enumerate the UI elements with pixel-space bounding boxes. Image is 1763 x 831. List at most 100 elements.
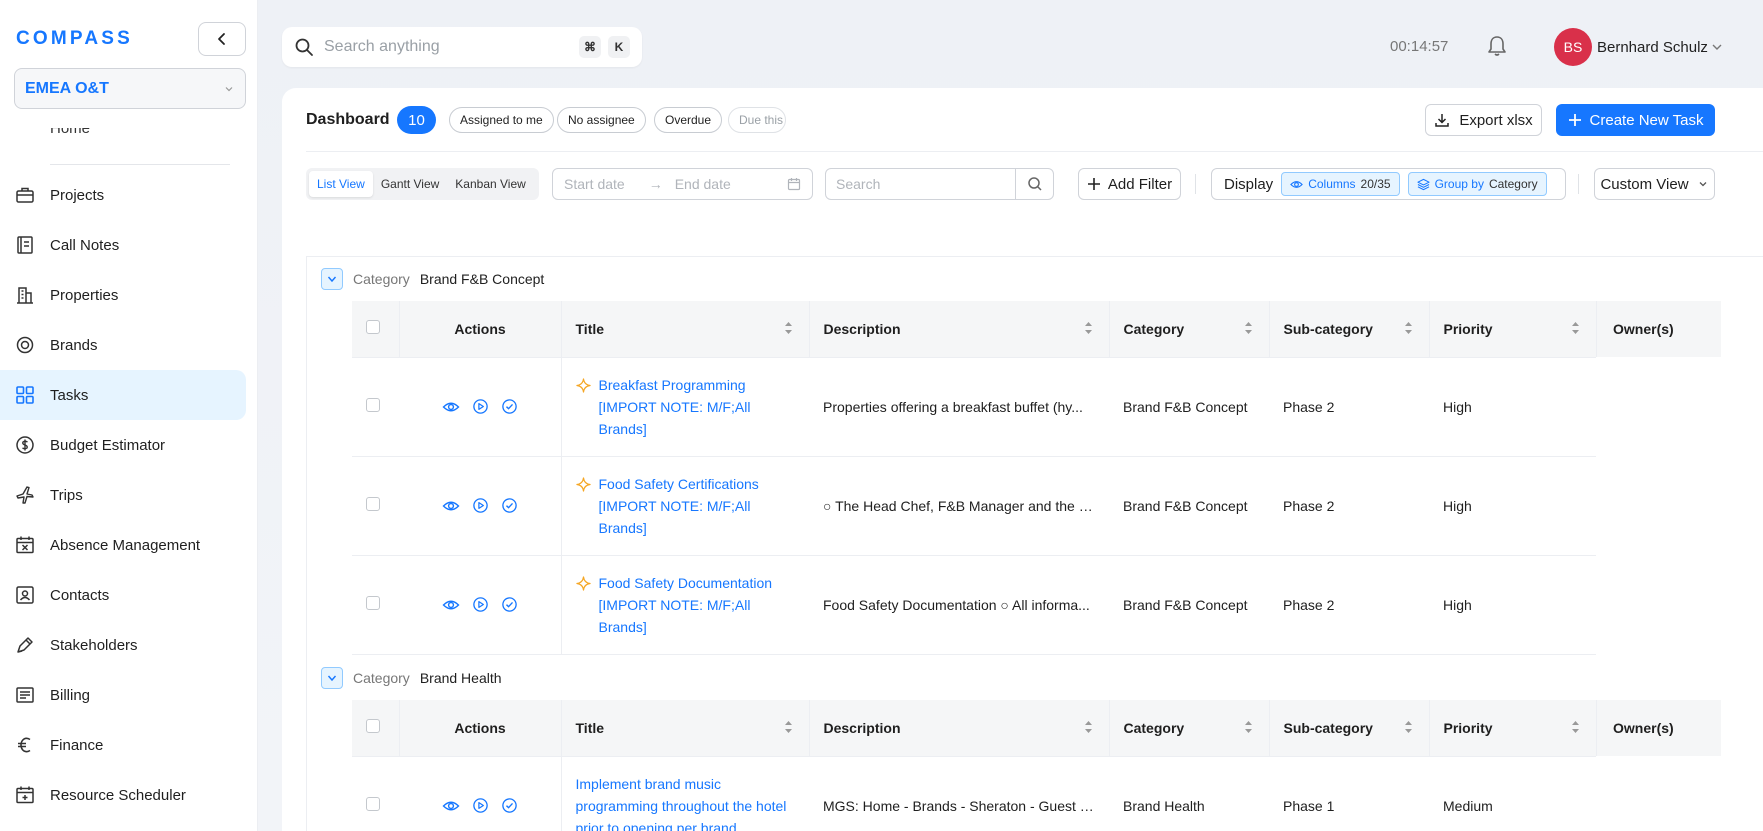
task-search-input[interactable]: Search	[825, 168, 1054, 200]
end-date-input[interactable]: End date	[675, 176, 731, 192]
column-header-description[interactable]: Description	[808, 301, 1109, 358]
sidebar-item-contacts[interactable]: Contacts	[0, 570, 246, 620]
sidebar-item-trips[interactable]: Trips	[0, 470, 246, 520]
row-title-cell: Breakfast Programming [IMPORT NOTE: M/F;…	[560, 357, 809, 457]
sidebar-item-properties[interactable]: Properties	[0, 270, 246, 320]
column-header-sub-category[interactable]: Sub-category	[1268, 700, 1429, 757]
view-eye-icon[interactable]	[442, 398, 460, 416]
column-header-title[interactable]: Title	[560, 301, 809, 358]
search-submit-button[interactable]	[1015, 169, 1053, 199]
row-checkbox[interactable]	[366, 398, 380, 412]
sidebar-item-projects[interactable]: Projects	[0, 170, 246, 220]
export-xlsx-button[interactable]: Export xlsx	[1425, 104, 1542, 136]
select-all-checkbox[interactable]	[366, 320, 380, 335]
table-row[interactable]: Implement brand music programming throug…	[352, 756, 1596, 831]
user-menu-chevron-icon[interactable]	[1710, 40, 1724, 54]
row-checkbox[interactable]	[366, 797, 380, 811]
group-collapse-toggle[interactable]	[321, 667, 343, 689]
sort-icon[interactable]	[1244, 320, 1253, 336]
global-search[interactable]: Search anything ⌘ K	[282, 27, 642, 67]
column-header-priority[interactable]: Priority	[1428, 301, 1596, 358]
row-checkbox[interactable]	[366, 497, 380, 511]
column-header-sub-category[interactable]: Sub-category	[1268, 301, 1429, 358]
play-circle-icon[interactable]	[472, 497, 489, 514]
view-eye-icon[interactable]	[442, 797, 460, 815]
select-all-checkbox[interactable]	[366, 719, 380, 734]
column-header-category[interactable]: Category	[1108, 700, 1269, 757]
table-row[interactable]: Breakfast Programming [IMPORT NOTE: M/F;…	[352, 357, 1596, 457]
briefcase-icon	[16, 187, 34, 203]
tab-kanban-view[interactable]: Kanban View	[447, 171, 534, 197]
app-logo[interactable]: COMPASS	[16, 28, 133, 50]
sort-icon[interactable]	[1404, 320, 1413, 336]
column-header-title[interactable]: Title	[560, 700, 809, 757]
sidebar-item-budget-estimator[interactable]: Budget Estimator	[0, 420, 246, 470]
sidebar-item-finance[interactable]: Finance	[0, 720, 246, 770]
chip-overdue[interactable]: Overdue	[654, 107, 723, 133]
play-circle-icon[interactable]	[472, 398, 489, 415]
sidebar-item-absence-management[interactable]: Absence Management	[0, 520, 246, 570]
sort-icon[interactable]	[1404, 719, 1413, 735]
play-circle-icon[interactable]	[472, 596, 489, 613]
sort-icon[interactable]	[1244, 719, 1253, 735]
table-row[interactable]: Food Safety Certifications [IMPORT NOTE:…	[352, 456, 1596, 556]
sort-icon[interactable]	[1084, 719, 1093, 735]
chip-no-assignee[interactable]: No assignee	[557, 107, 646, 133]
sidebar-item-stakeholders[interactable]: Stakeholders	[0, 620, 246, 670]
sort-icon[interactable]	[1571, 719, 1580, 735]
collapse-sidebar-button[interactable]	[198, 22, 246, 56]
sort-icon[interactable]	[1084, 320, 1093, 336]
column-header-owners[interactable]: Owner(s)	[1596, 301, 1721, 357]
group-collapse-toggle[interactable]	[321, 268, 343, 290]
start-date-input[interactable]: Start date	[564, 176, 625, 192]
view-eye-icon[interactable]	[442, 497, 460, 515]
group-by-toggle[interactable]: Group by Category	[1407, 172, 1547, 196]
workspace-select[interactable]: EMEA O&T	[14, 68, 246, 109]
task-title-link[interactable]: Implement brand music programming throug…	[576, 773, 796, 831]
row-checkbox[interactable]	[366, 596, 380, 610]
sidebar: COMPASS EMEA O&T Home Projects Call Notes…	[0, 0, 258, 831]
toolbar-separator	[1578, 174, 1579, 194]
sidebar-item-label: Trips	[50, 486, 83, 504]
sidebar-item-resource-scheduler[interactable]: Resource Scheduler	[0, 770, 246, 820]
chip-assigned-to-me[interactable]: Assigned to me	[449, 107, 554, 133]
check-circle-icon[interactable]	[501, 497, 518, 514]
sidebar-item-brands[interactable]: Brands	[0, 320, 246, 370]
sidebar-item-tasks[interactable]: Tasks	[0, 370, 246, 420]
column-header-label: Priority	[1443, 719, 1493, 736]
column-header-description[interactable]: Description	[808, 700, 1109, 757]
sort-icon[interactable]	[784, 719, 793, 735]
date-range-picker[interactable]: Start date → End date	[552, 168, 813, 200]
chip-due-this[interactable]: Due this	[728, 107, 786, 133]
task-title-link[interactable]: Food Safety Documentation [IMPORT NOTE: …	[599, 572, 796, 638]
custom-view-select[interactable]: Custom View	[1594, 168, 1715, 200]
calendar-x-icon	[16, 536, 34, 554]
sidebar-item-home[interactable]: Home	[50, 128, 90, 137]
column-header-priority[interactable]: Priority	[1428, 700, 1596, 757]
check-circle-icon[interactable]	[501, 596, 518, 613]
plane-icon	[16, 486, 34, 504]
tab-gantt-view[interactable]: Gantt View	[373, 171, 447, 197]
task-title-link[interactable]: Food Safety Certifications [IMPORT NOTE:…	[599, 473, 796, 539]
view-eye-icon[interactable]	[442, 596, 460, 614]
columns-toggle[interactable]: Columns 20/35	[1281, 172, 1400, 196]
column-header-label: Category	[1123, 320, 1185, 337]
check-circle-icon[interactable]	[501, 398, 518, 415]
create-task-button[interactable]: Create New Task	[1556, 104, 1715, 136]
group-key: Category	[353, 271, 410, 287]
column-header-owners[interactable]: Owner(s)	[1596, 700, 1721, 756]
sidebar-item-call-notes[interactable]: Call Notes	[0, 220, 246, 270]
sort-icon[interactable]	[1571, 320, 1580, 336]
notifications-bell-icon[interactable]	[1486, 34, 1508, 61]
column-header-category[interactable]: Category	[1108, 301, 1269, 358]
add-filter-button[interactable]: Add Filter	[1078, 168, 1181, 200]
task-title-link[interactable]: Breakfast Programming [IMPORT NOTE: M/F;…	[599, 374, 796, 440]
sort-icon[interactable]	[784, 320, 793, 336]
tab-list-view[interactable]: List View	[309, 171, 373, 197]
table-row[interactable]: Food Safety Documentation [IMPORT NOTE: …	[352, 555, 1596, 655]
user-name[interactable]: Bernhard Schulz	[1597, 39, 1708, 56]
user-avatar[interactable]: BS	[1554, 28, 1592, 66]
check-circle-icon[interactable]	[501, 797, 518, 814]
play-circle-icon[interactable]	[472, 797, 489, 814]
sidebar-item-billing[interactable]: Billing	[0, 670, 246, 720]
